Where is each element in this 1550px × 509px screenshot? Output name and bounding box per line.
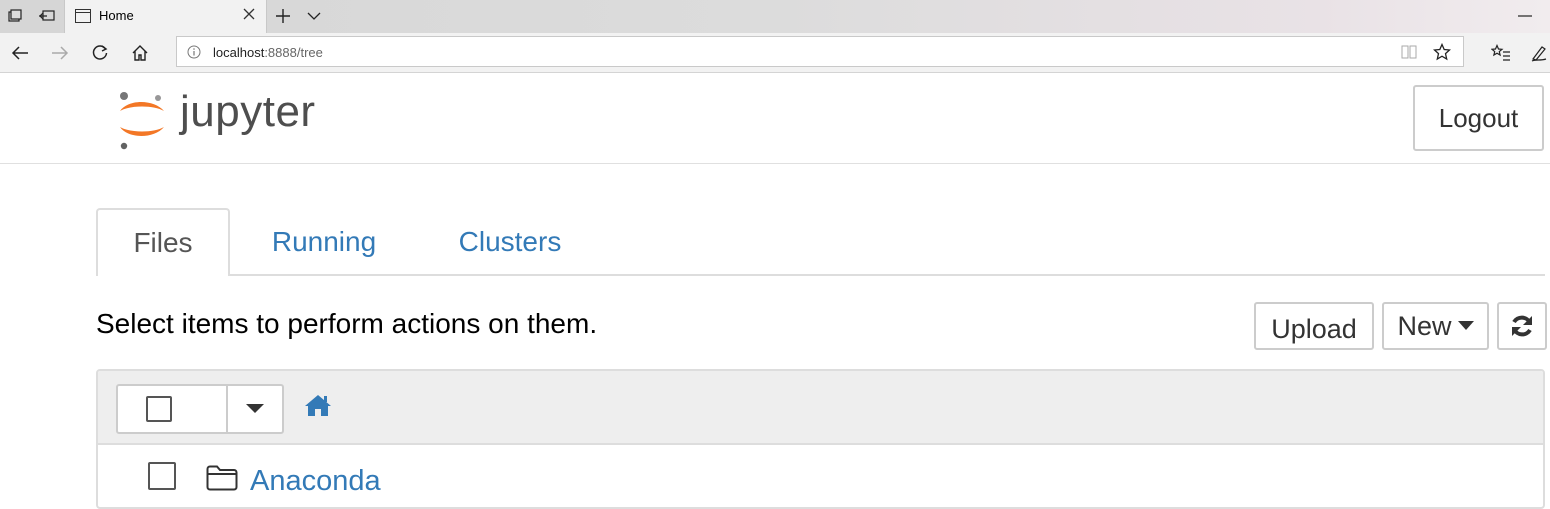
- url-path: :8888/tree: [264, 45, 323, 60]
- new-tab-icon[interactable]: [274, 7, 292, 25]
- tab-bar: Files Running Clusters: [96, 208, 1545, 276]
- select-dropdown-caret-icon[interactable]: [246, 404, 264, 414]
- pen-icon[interactable]: [1528, 42, 1550, 64]
- folder-icon: [206, 465, 238, 491]
- info-icon[interactable]: [187, 45, 201, 64]
- breadcrumb-home-icon[interactable]: [304, 393, 332, 417]
- upload-label: Upload: [1271, 313, 1357, 344]
- back-icon[interactable]: [9, 42, 31, 64]
- tab-preview-chevron-icon[interactable]: [305, 7, 323, 25]
- forward-icon[interactable]: [49, 42, 71, 64]
- tab-title: Home: [99, 8, 134, 23]
- select-divider: [226, 386, 228, 432]
- file-list-header: [98, 371, 1543, 445]
- favorite-star-icon[interactable]: [1432, 42, 1452, 66]
- logout-button[interactable]: Logout: [1413, 85, 1544, 151]
- item-checkbox[interactable]: [148, 462, 176, 490]
- item-link-anaconda[interactable]: Anaconda: [250, 465, 381, 498]
- select-all-checkbox[interactable]: [146, 396, 172, 422]
- caret-down-icon: [1457, 321, 1474, 331]
- reading-view-icon[interactable]: [1401, 45, 1417, 64]
- url-field[interactable]: localhost:8888/tree: [176, 36, 1464, 67]
- url-text: localhost:8888/tree: [213, 45, 323, 60]
- browser-tab-bar: Home: [0, 0, 1550, 33]
- new-label: New: [1397, 310, 1452, 341]
- page-icon: [75, 9, 91, 28]
- file-list-panel: Anaconda: [96, 369, 1545, 509]
- url-host: localhost: [213, 45, 265, 60]
- close-tab-icon[interactable]: [242, 7, 256, 26]
- minimize-icon[interactable]: [1516, 7, 1534, 25]
- tab-files[interactable]: Files: [96, 208, 230, 276]
- favorites-hub-icon[interactable]: [1490, 42, 1512, 64]
- new-dropdown-button[interactable]: New: [1382, 302, 1489, 350]
- set-tabs-aside-icon[interactable]: [38, 7, 56, 25]
- refresh-list-button[interactable]: [1497, 302, 1547, 350]
- home-icon[interactable]: [129, 42, 151, 64]
- upload-button[interactable]: Upload: [1254, 302, 1374, 350]
- address-bar-row: localhost:8888/tree: [0, 33, 1550, 73]
- tab-manager-icon[interactable]: [6, 7, 24, 25]
- jupyter-logo-icon[interactable]: [114, 89, 170, 156]
- jupyter-logo-text[interactable]: jupyter: [180, 87, 316, 137]
- select-all-group: [116, 384, 284, 434]
- tab-running[interactable]: Running: [250, 208, 398, 276]
- browser-tab-home[interactable]: Home: [64, 0, 267, 33]
- refresh-icon[interactable]: [89, 42, 111, 64]
- tab-clusters[interactable]: Clusters: [436, 208, 584, 276]
- refresh-list-icon: [1509, 313, 1535, 339]
- selection-instruction: Select items to perform actions on them.: [96, 308, 598, 339]
- jupyter-header: jupyter Logout: [0, 73, 1550, 164]
